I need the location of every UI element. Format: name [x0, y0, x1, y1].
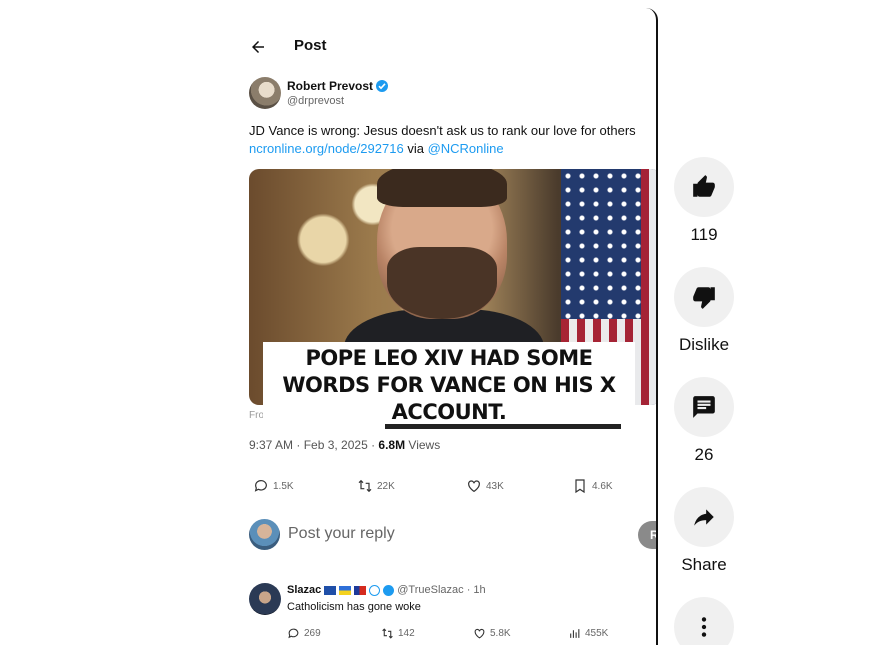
- heart-icon: [468, 480, 480, 493]
- reply-button[interactable]: 1.5K: [253, 478, 294, 494]
- like-count: 119: [690, 225, 718, 244]
- author-name[interactable]: Robert Prevost: [287, 79, 373, 93]
- bookmark-icon: [575, 479, 585, 494]
- video-frame[interactable]: Post Robert Prevost @drprevost JD Vance …: [237, 8, 658, 645]
- like-count: 43K: [486, 480, 504, 492]
- repost-icon: [382, 628, 393, 639]
- repost-count: 22K: [377, 480, 395, 492]
- comment-avatar[interactable]: [249, 583, 281, 615]
- comments-button[interactable]: [674, 377, 734, 437]
- comment-reply-button[interactable]: 269: [287, 627, 321, 640]
- heart-icon: [474, 628, 485, 639]
- dislike-label: Dislike: [678, 335, 730, 354]
- hair-image: [377, 169, 507, 207]
- post-text: JD Vance is wrong: Jesus doesn't ask us …: [249, 123, 636, 138]
- reply-bubble-icon: [254, 480, 267, 492]
- caption-line-2: WORDS FOR VANCE ON HIS X: [282, 373, 616, 397]
- via-text: via: [407, 141, 424, 156]
- post-stats: 1.5K 22K 43K 4.6K: [249, 478, 649, 498]
- comment-text: Catholicism has gone woke: [287, 601, 421, 613]
- caption-line-3: ACCOUNT.: [391, 400, 507, 424]
- author-handle[interactable]: @drprevost: [287, 95, 344, 107]
- back-arrow-icon[interactable]: [249, 38, 267, 56]
- video-caption: POPE LEO XIV HAD SOME WORDS FOR VANCE ON…: [263, 342, 635, 432]
- caption-underline: [385, 424, 621, 429]
- user-avatar: [249, 519, 280, 550]
- comment-views-button[interactable]: 455K: [568, 627, 608, 640]
- comment-reply-count: 269: [304, 628, 321, 639]
- repost-icon: [358, 479, 372, 493]
- taiwan-flag-icon: [354, 585, 367, 595]
- share-label: Share: [681, 555, 727, 574]
- comment-like-count: 5.8K: [490, 628, 511, 639]
- shorts-player: Post Robert Prevost @drprevost JD Vance …: [0, 0, 880, 645]
- comment-repost-button[interactable]: 142: [381, 627, 415, 640]
- mention-link[interactable]: @NCRonline: [428, 141, 504, 156]
- views-label: Views: [405, 438, 441, 452]
- more-actions-button[interactable]: [674, 597, 734, 645]
- reply-bubble-icon: [288, 628, 299, 639]
- timestamp-text: 9:37 AM · Feb 3, 2025 ·: [249, 438, 379, 452]
- author-avatar[interactable]: [249, 77, 281, 109]
- reply-count: 1.5K: [273, 480, 294, 492]
- globe-icon: [369, 584, 381, 596]
- comment-like-button[interactable]: 5.8K: [473, 627, 511, 640]
- ukraine-flag-icon: [339, 585, 352, 595]
- comment-stats: 269 142 5.8K 455K: [287, 627, 627, 643]
- share-button[interactable]: [674, 487, 734, 547]
- comment-handle[interactable]: @TrueSlazac · 1h: [397, 584, 485, 596]
- post-link[interactable]: ncronline.org/node/292716: [249, 141, 404, 156]
- post-link-line: ncronline.org/node/292716 via @NCRonline: [249, 141, 504, 156]
- bookmark-count: 4.6K: [592, 480, 613, 492]
- bookmark-button[interactable]: 4.6K: [572, 478, 613, 494]
- caption-line-1: POPE LEO XIV HAD SOME: [305, 346, 593, 370]
- reply-composer: Post your reply R: [249, 519, 656, 551]
- reply-input[interactable]: Post your reply: [288, 525, 395, 543]
- flag-stars-image: [561, 169, 641, 319]
- views-count: 6.8M: [378, 438, 406, 452]
- comment-repost-count: 142: [398, 628, 415, 639]
- comment-icon: [693, 396, 715, 418]
- comment-header: Slazac @TrueSlazac · 1h: [287, 584, 486, 596]
- like-button[interactable]: 43K: [466, 478, 504, 494]
- post-timestamp: 9:37 AM · Feb 3, 2025 · 6.8M Views: [249, 438, 440, 452]
- share-arrow-icon: [694, 509, 714, 526]
- bar-chart-icon: [570, 629, 580, 638]
- eu-flag-icon: [324, 585, 337, 595]
- comment-author-name[interactable]: Slazac: [287, 584, 321, 596]
- thumbs-down-icon: [693, 287, 715, 309]
- comments-count: 26: [694, 445, 714, 464]
- comment-views-count: 455K: [585, 628, 609, 639]
- verified-badge-icon: [383, 584, 395, 596]
- repost-button[interactable]: 22K: [357, 478, 395, 494]
- post-header: Post: [237, 8, 656, 80]
- thumbs-up-icon: [693, 175, 715, 197]
- more-vert-icon: [701, 617, 707, 637]
- beard-image: [387, 247, 497, 319]
- verified-badge-icon: [376, 80, 388, 92]
- page-title: Post: [294, 37, 327, 54]
- like-button[interactable]: [674, 157, 734, 217]
- reply-submit-button[interactable]: R: [638, 521, 656, 549]
- dislike-button[interactable]: [674, 267, 734, 327]
